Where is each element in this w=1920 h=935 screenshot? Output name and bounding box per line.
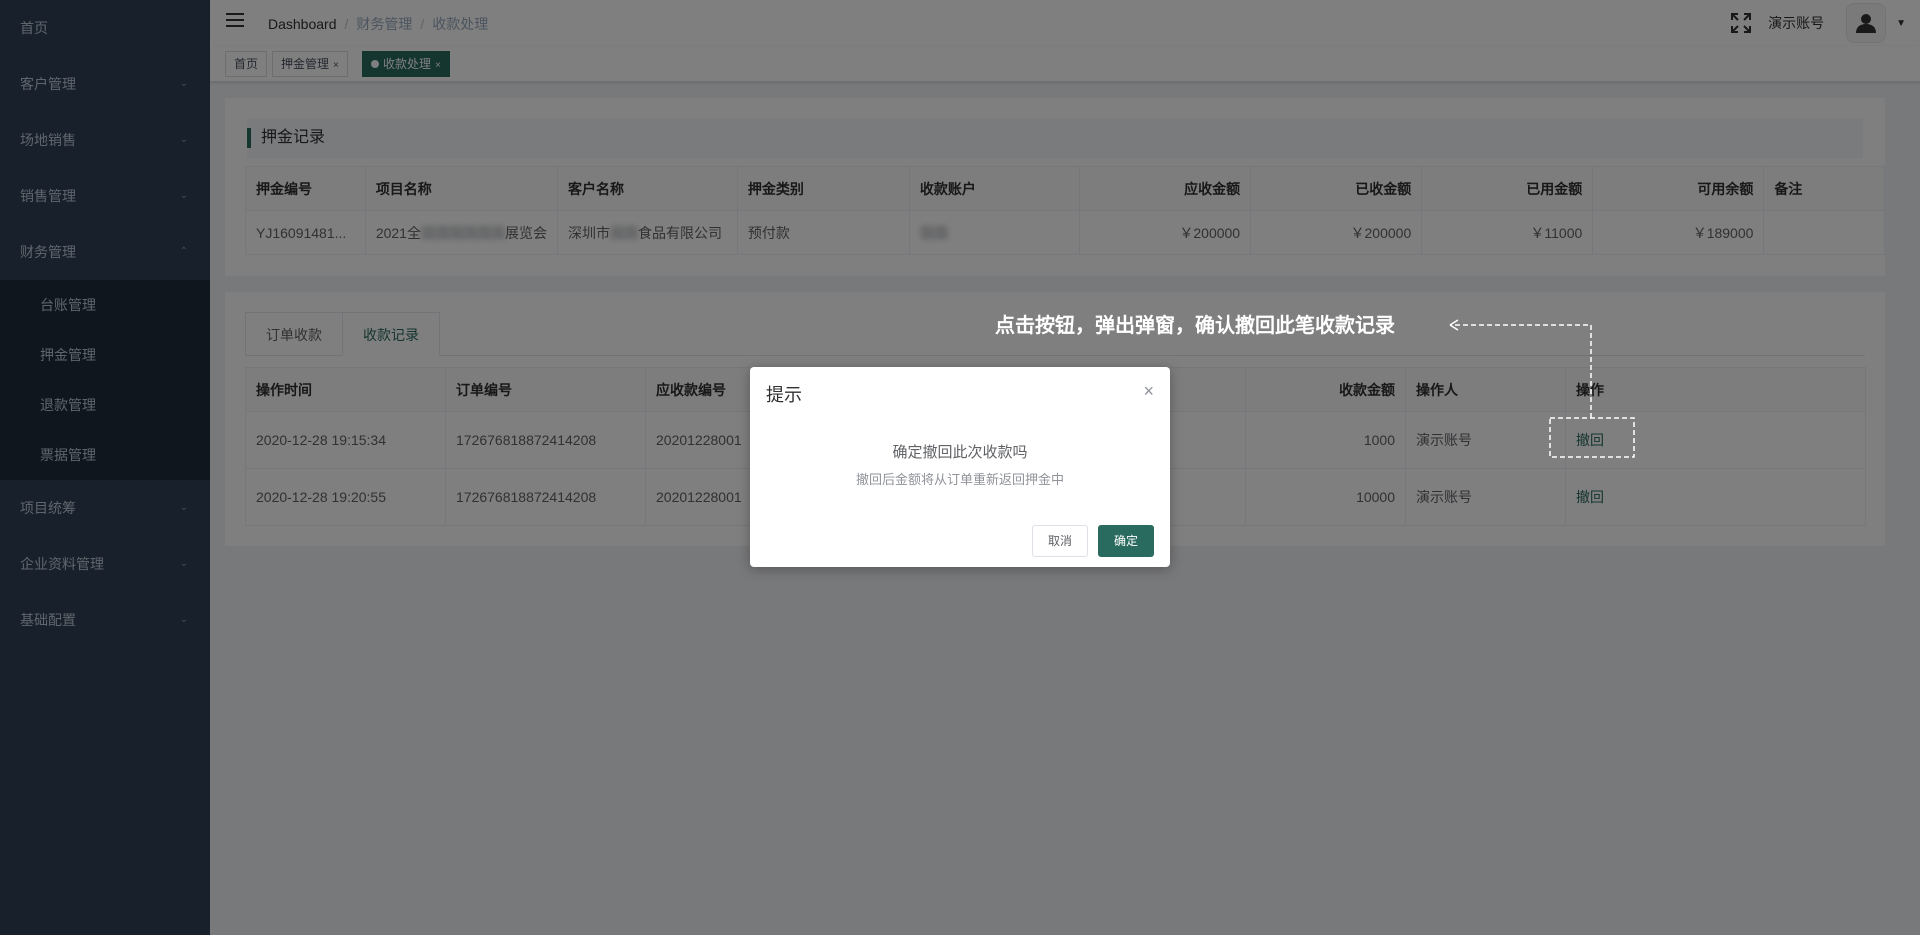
annotation-text: 点击按钮，弹出弹窗，确认撤回此笔收款记录 [995,313,1395,337]
annotation-arrows [1449,319,1635,458]
